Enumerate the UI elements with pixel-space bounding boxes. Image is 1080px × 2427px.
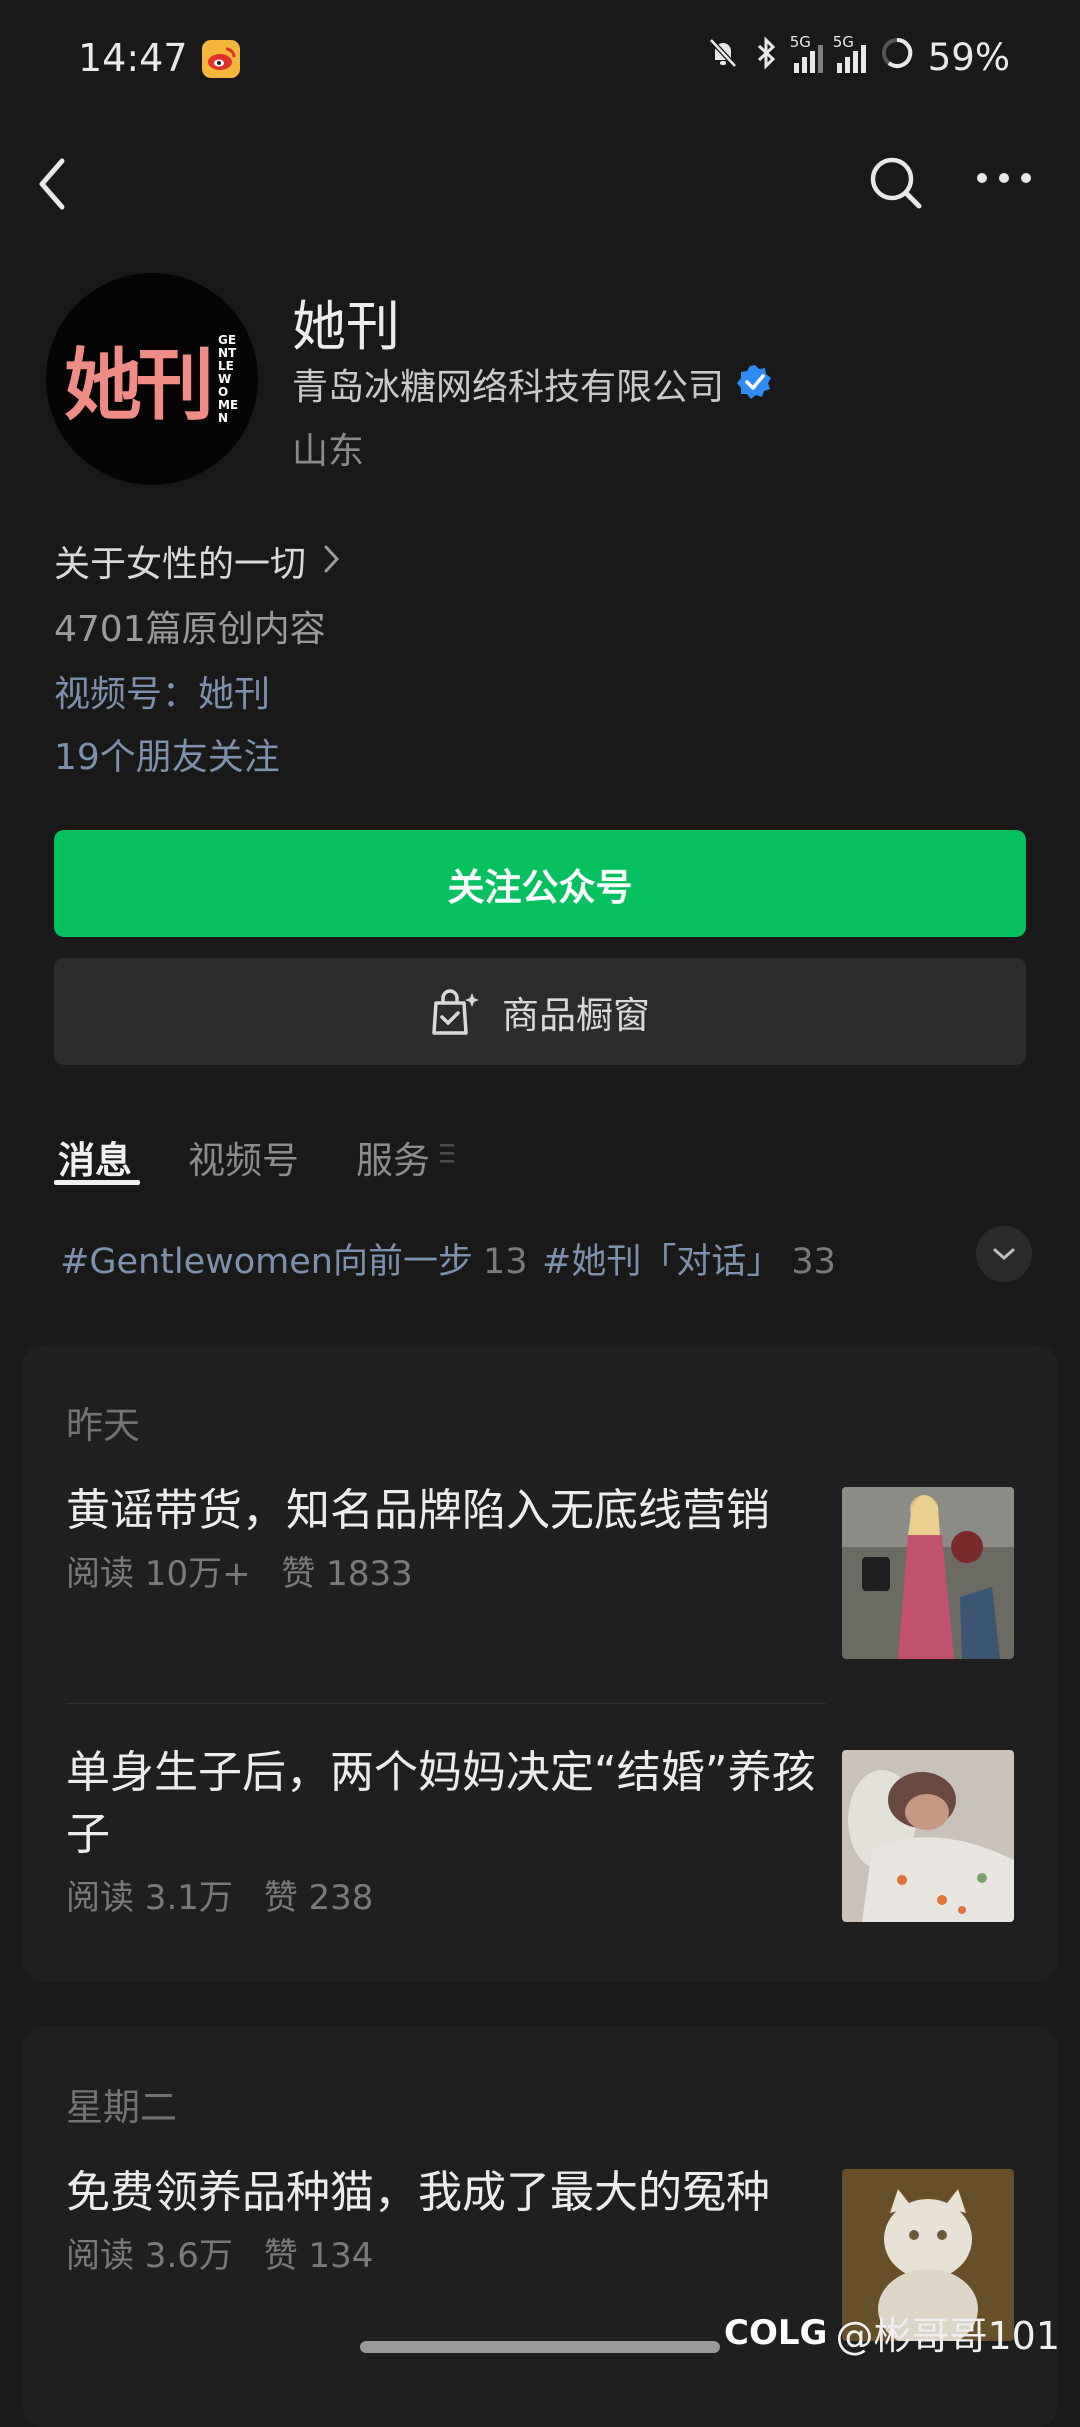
status-time: 14:47 [78, 36, 188, 80]
day-label: 昨天 [66, 1404, 140, 1447]
chevron-down-icon [993, 1248, 1015, 1261]
company-row[interactable]: 青岛冰糖网络科技有限公司 [292, 358, 774, 410]
friends-follow-link[interactable]: 19个朋友关注 [54, 728, 280, 780]
more-dots-icon [977, 173, 1031, 183]
bio: 关于女性的一切 [54, 544, 307, 585]
back-button[interactable] [34, 155, 70, 217]
article-thumbnail[interactable] [842, 1487, 1014, 1659]
hashtag-count: 13 [483, 1242, 528, 1282]
hashtag-chip[interactable]: #Gentlewomen向前一步 13 [60, 1233, 528, 1284]
shopping-bag-icon [432, 988, 479, 1035]
article-stats: 阅读 3.6万 赞 134 [66, 2228, 836, 2277]
avatar-logo-text: 她刊 [63, 341, 214, 431]
article-title: 免费领养品种猫，我成了最大的冤种 [66, 2167, 770, 2218]
home-indicator[interactable] [360, 2341, 720, 2353]
article-reads: 阅读 3.6万 [66, 2236, 233, 2276]
weibo-app-icon [202, 40, 240, 78]
chevron-right-icon [322, 542, 342, 580]
back-arrow-icon [39, 158, 65, 210]
expand-hashtags-button[interactable] [976, 1226, 1032, 1282]
mute-icon [706, 36, 740, 79]
article-likes: 赞 134 [263, 2236, 374, 2276]
search-button[interactable] [868, 155, 924, 215]
article-thumbnail[interactable] [842, 1750, 1014, 1922]
channels-link[interactable]: 视频号：她刊 [54, 665, 270, 717]
tab-channels[interactable]: 视频号 [188, 1130, 299, 1184]
hashtag-chip[interactable]: #她刊「对话」 33 [542, 1233, 836, 1284]
status-icons: 5G 5G 59% [706, 33, 1010, 79]
active-tab-indicator [54, 1180, 140, 1185]
article-item[interactable]: 单身生子后，两个妈妈决定“结婚”养孩子 阅读 3.1万 赞 238 [66, 1742, 836, 1942]
tab-messages[interactable]: 消息 [58, 1130, 132, 1184]
shop-window-button[interactable]: 商品橱窗 [54, 958, 1026, 1065]
article-stats: 阅读 10万+ 赞 1833 [66, 1546, 836, 1595]
more-button[interactable] [976, 170, 1032, 189]
company-name: 青岛冰糖网络科技有限公司 [292, 367, 725, 408]
article-item[interactable]: 免费领养品种猫，我成了最大的冤种 阅读 3.6万 赞 134 [66, 2162, 836, 2332]
avatar[interactable]: 她刊 GENTLEWOMEN [46, 273, 258, 485]
hashtag-label: #她刊「对话」 [542, 1242, 782, 1282]
article-title: 单身生子后，两个妈妈决定“结婚”养孩子 [66, 1747, 816, 1860]
bio-row[interactable]: 关于女性的一切 [54, 535, 342, 587]
tab-services[interactable]: 服务 [356, 1130, 430, 1184]
search-icon [870, 157, 922, 209]
divider [66, 1703, 826, 1704]
hashtag-count: 33 [791, 1242, 836, 1282]
day-label: 星期二 [66, 2086, 177, 2129]
signal-icon-2: 5G [833, 33, 866, 73]
verified-badge-icon [736, 363, 774, 405]
article-reads: 阅读 10万+ [66, 1554, 251, 1594]
article-reads: 阅读 3.1万 [66, 1878, 233, 1918]
hashtag-label: #Gentlewomen向前一步 [60, 1242, 473, 1282]
watermark-handle: @彬哥哥101 [835, 2314, 1060, 2358]
article-stats: 阅读 3.1万 赞 238 [66, 1870, 836, 1919]
original-count: 4701篇原创内容 [54, 609, 326, 650]
follow-button[interactable]: 关注公众号 [54, 830, 1026, 937]
article-likes: 赞 1833 [281, 1554, 413, 1594]
article-likes: 赞 238 [263, 1878, 374, 1918]
watermark-logo: COLG [724, 2312, 828, 2353]
account-name: 她刊 [292, 295, 400, 358]
shop-window-label: 商品橱窗 [502, 993, 650, 1037]
article-item[interactable]: 黄谣带货，知名品牌陷入无底线营销 阅读 10万+ 赞 1833 [66, 1480, 836, 1660]
region: 山东 [292, 431, 365, 472]
battery-icon [880, 36, 914, 79]
avatar-side-text: GENTLEWOMEN [218, 332, 239, 425]
menu-lines-icon [440, 1138, 456, 1173]
article-title: 黄谣带货，知名品牌陷入无底线营销 [66, 1485, 770, 1536]
message-group-card: 星期二 免费领养品种猫，我成了最大的冤种 阅读 3.6万 赞 134 [22, 2027, 1058, 2427]
bluetooth-icon [754, 36, 780, 79]
signal-icon: 5G [790, 33, 823, 73]
message-group-card: 昨天 黄谣带货，知名品牌陷入无底线营销 阅读 10万+ 赞 1833 单身生子后… [22, 1345, 1058, 1981]
watermark: COLG @彬哥哥101 [724, 2305, 1060, 2360]
battery-level: 59% [927, 36, 1010, 79]
